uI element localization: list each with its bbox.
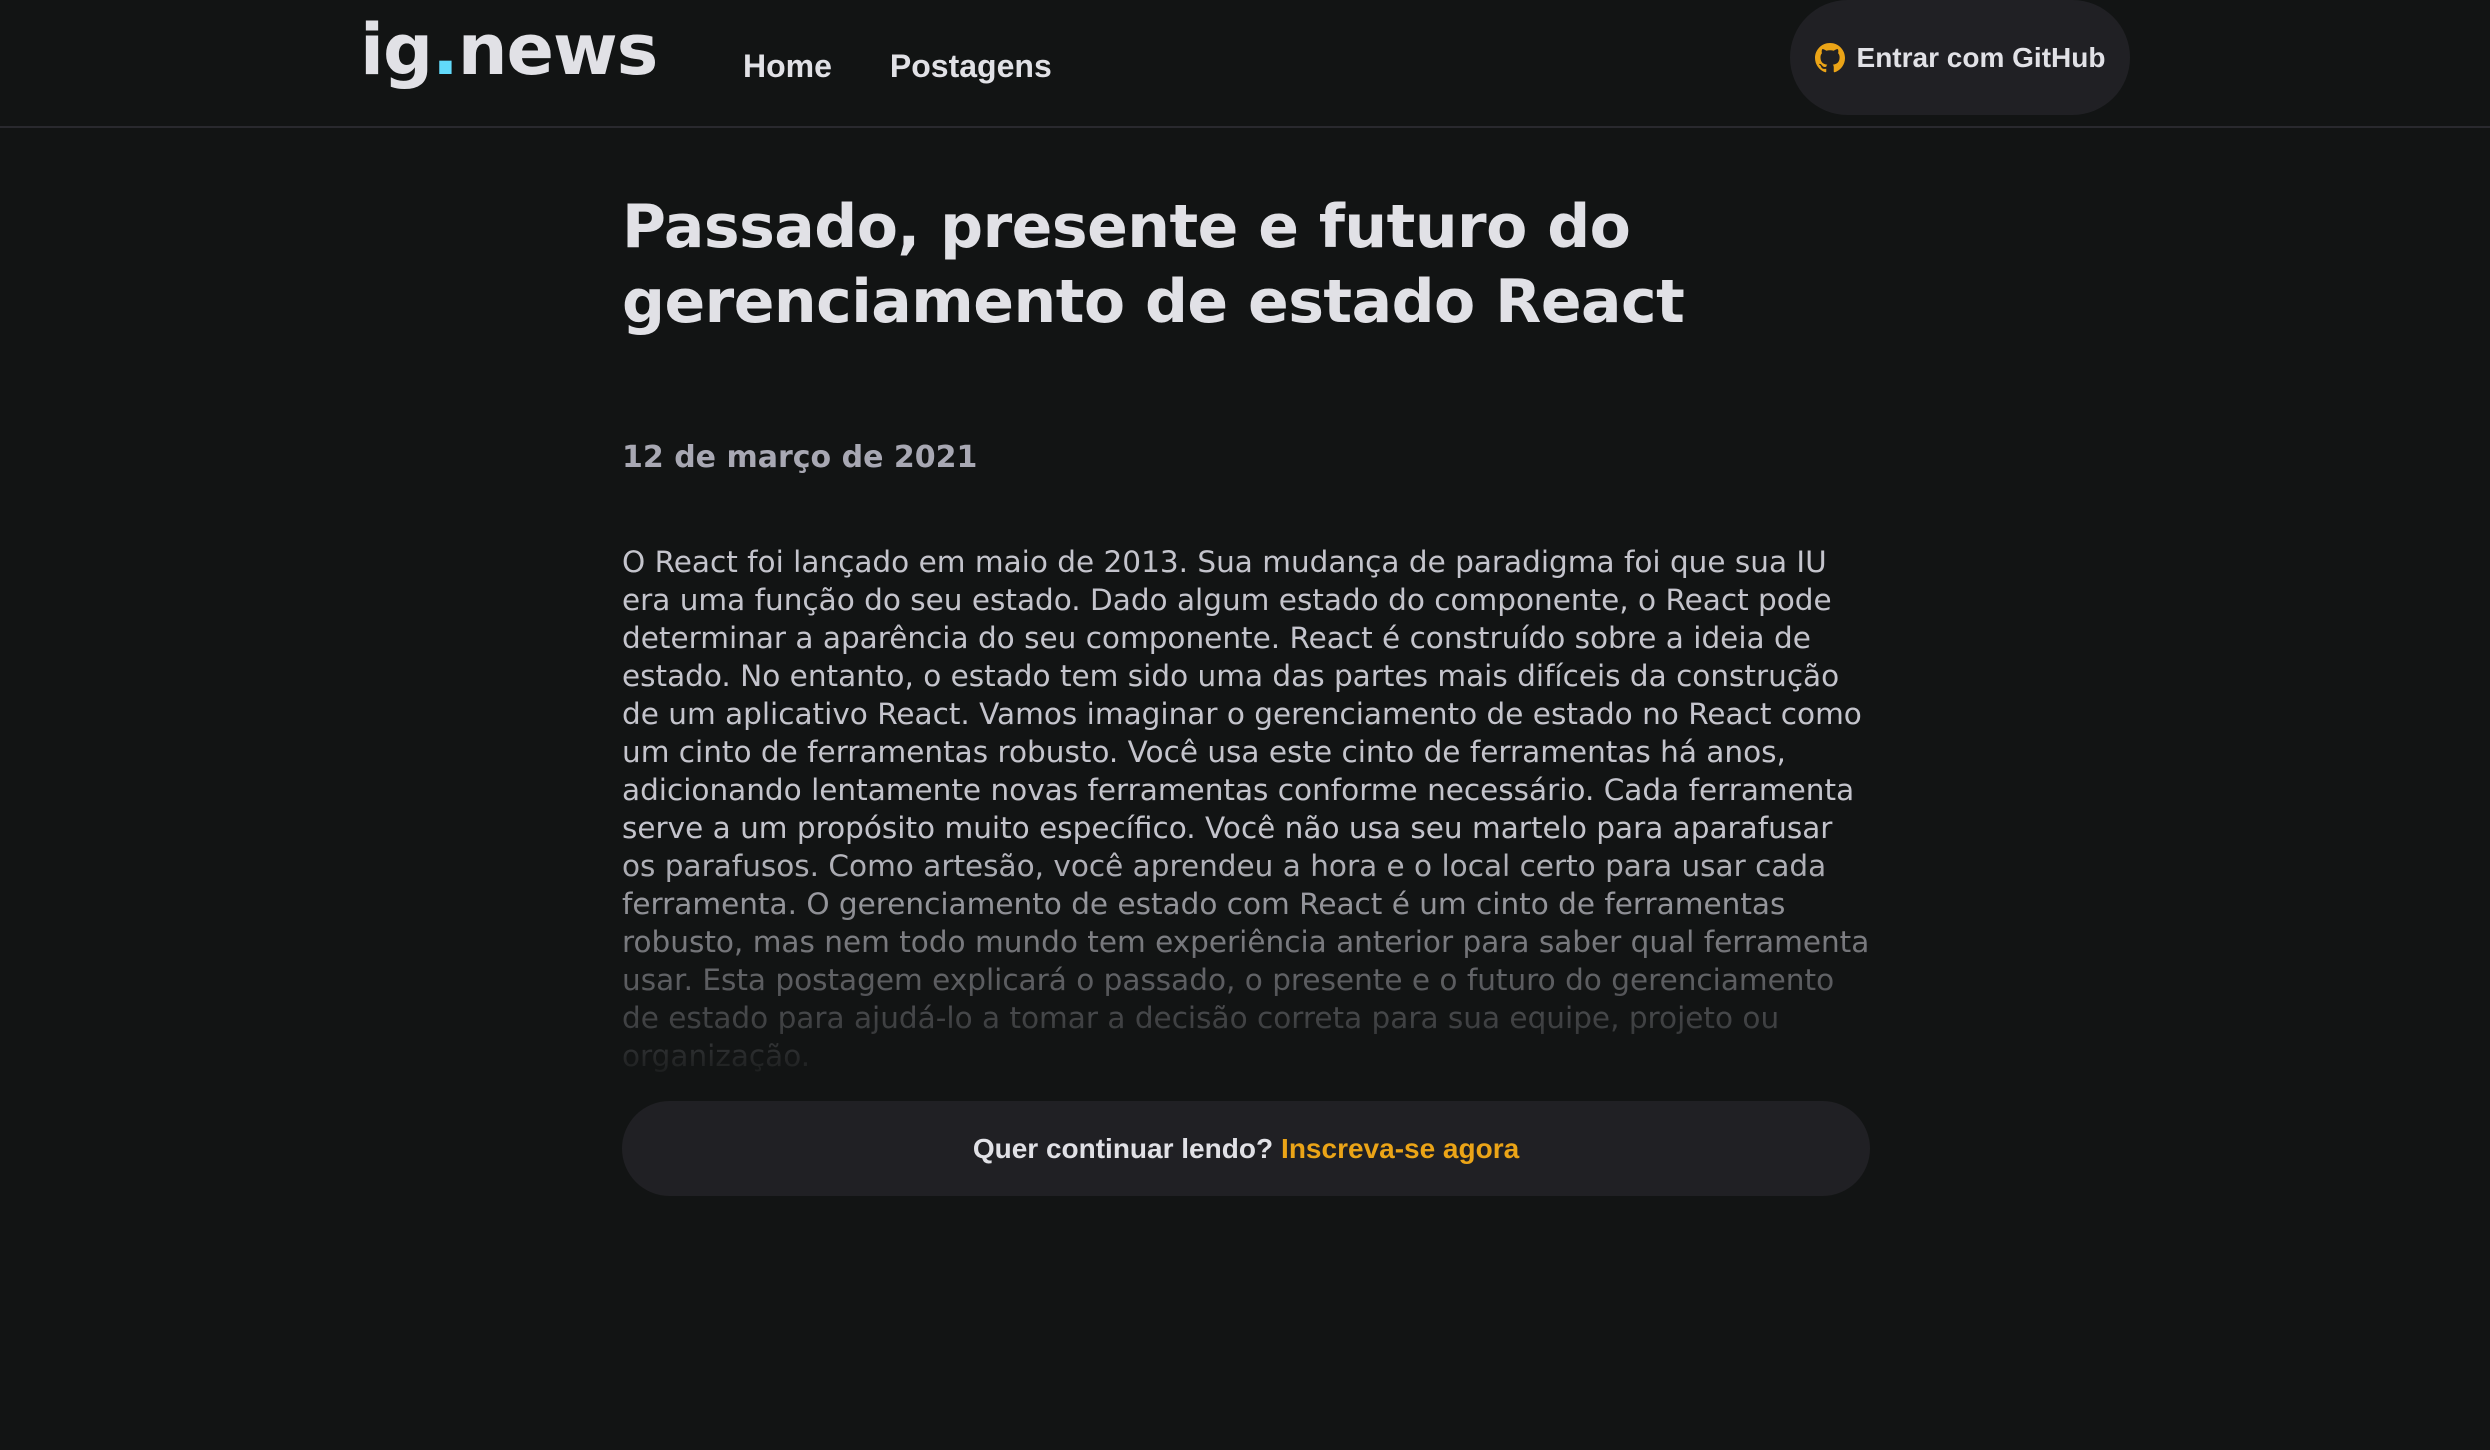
app-logo[interactable]: ig.news xyxy=(360,6,659,94)
logo-suffix: news xyxy=(457,9,659,91)
post-date: 12 de março de 2021 xyxy=(622,440,978,475)
continue-reading-banner: Quer continuar lendo? Inscreva-se agora xyxy=(622,1101,1870,1196)
subscribe-now-link[interactable]: Inscreva-se agora xyxy=(1281,1133,1519,1165)
github-icon xyxy=(1814,42,1845,72)
sign-in-github-button[interactable]: Entrar com GitHub xyxy=(1790,0,2130,115)
post-preview-text: O React foi lançado em maio de 2013. Sua… xyxy=(622,545,1870,1073)
logo-prefix: ig xyxy=(360,9,433,91)
main-nav: Home Postagens xyxy=(743,44,1052,88)
logo-dot: . xyxy=(432,9,459,91)
nav-home-link[interactable]: Home xyxy=(743,44,832,88)
continue-reading-text: Quer continuar lendo? xyxy=(972,1132,1274,1164)
post-title: Passado, presente e futuro do gerenciame… xyxy=(622,192,1685,337)
sign-in-github-label: Entrar com GitHub xyxy=(1856,41,2106,73)
top-header: ig.news Home Postagens Entrar com GitHub xyxy=(0,0,2490,128)
post-article: Passado, presente e futuro do gerenciame… xyxy=(622,190,1872,1073)
nav-posts-link[interactable]: Postagens xyxy=(890,44,1052,88)
